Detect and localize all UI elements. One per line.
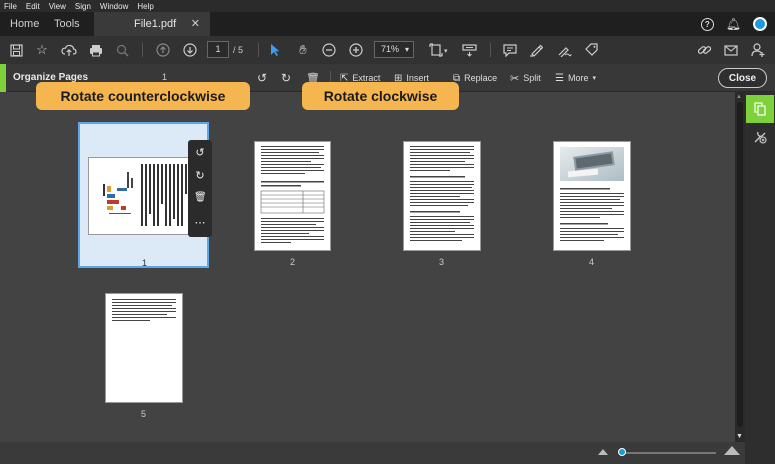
sign-pen-icon[interactable] <box>556 42 572 58</box>
tab-file1[interactable]: File1.pdf ✕ <box>94 12 210 36</box>
thumbnail-size-slider[interactable] <box>620 452 716 454</box>
acrobat-window: File Edit View Sign Window Help Home Too… <box>0 0 775 464</box>
tab-home[interactable]: Home <box>10 12 39 36</box>
menu-window[interactable]: Window <box>100 2 128 11</box>
scrollbar-thumb[interactable] <box>737 102 743 427</box>
split-button[interactable]: ✂︎ Split <box>510 70 541 86</box>
print-icon[interactable] <box>88 42 104 58</box>
replace-button[interactable]: ⧉ Replace <box>453 70 497 86</box>
stamp-tag-icon[interactable] <box>584 42 600 58</box>
toolbar-divider <box>490 43 491 57</box>
replace-label: Replace <box>464 73 498 83</box>
zoom-level-select[interactable]: 71% <box>374 41 414 58</box>
page-number-label: 5 <box>141 409 147 419</box>
top-right-icons: ? 🔔︎ <box>700 12 767 36</box>
organize-accent-strip <box>0 64 6 92</box>
main-toolbar: ☆ 1 / 5 ✋︎ 71% ▾ <box>0 36 775 64</box>
fit-page-dropdown-icon[interactable]: ▾ <box>444 47 448 55</box>
page-thumbnail-4[interactable] <box>553 141 631 251</box>
menu-view[interactable]: View <box>49 2 66 11</box>
vertical-scrollbar[interactable]: ▲ ▼ <box>735 92 745 442</box>
rotate-clockwise-icon: ↻ <box>281 71 292 85</box>
thumbnail-zoom-bar <box>0 442 745 464</box>
more-label: More <box>567 73 589 83</box>
page-range-field[interactable]: 1 <box>162 72 167 82</box>
share-link-icon[interactable] <box>696 42 712 58</box>
page-number-input[interactable]: 1 <box>207 41 229 58</box>
callout-rotate-clockwise: Rotate clockwise <box>302 82 459 110</box>
rotate-counterclockwise-icon: ↺ <box>257 71 268 85</box>
scissors-icon: ✂︎ <box>510 72 520 85</box>
organize-pages-tool-icon[interactable] <box>746 95 774 123</box>
scrolling-mode-icon[interactable] <box>461 42 477 58</box>
close-tab-icon[interactable]: ✕ <box>191 17 200 30</box>
toolbar-divider <box>258 43 259 57</box>
rotate-clockwise-button[interactable]: ↻ <box>281 70 291 86</box>
next-page-icon[interactable] <box>182 42 198 58</box>
page-number-label: 2 <box>290 257 296 267</box>
menu-file[interactable]: File <box>4 2 17 11</box>
zoom-search-icon[interactable] <box>114 42 130 58</box>
tab-file-label: File1.pdf <box>134 18 177 30</box>
select-cursor-icon[interactable] <box>267 42 283 58</box>
more-tools-icon[interactable] <box>753 130 767 147</box>
scroll-down-arrow-icon[interactable]: ▼ <box>736 433 743 440</box>
save-icon[interactable] <box>8 42 24 58</box>
close-organize-button[interactable]: Close <box>718 68 767 88</box>
previous-page-icon[interactable] <box>155 42 171 58</box>
hand-tool-icon[interactable]: ✋︎ <box>295 42 311 58</box>
notification-bell-icon[interactable]: 🔔︎ <box>726 17 741 31</box>
page-hover-toolbar: ↺ ↻ 🗑︎ ⋯ <box>188 140 212 237</box>
page-1-image <box>88 157 201 235</box>
help-icon[interactable]: ? <box>700 17 714 31</box>
toolbar-divider <box>142 43 143 57</box>
menu-help[interactable]: Help <box>137 2 153 11</box>
more-button[interactable]: ☰ More ▾ <box>555 70 596 86</box>
more-list-icon: ☰ <box>555 72 564 84</box>
tab-bar: Home Tools File1.pdf ✕ ? 🔔︎ <box>0 12 775 36</box>
rotate-clockwise-icon[interactable]: ↻ <box>194 169 206 182</box>
thumbnail-size-slider-knob[interactable] <box>617 448 626 456</box>
page-thumbnail-3[interactable] <box>403 141 481 251</box>
rotate-counterclockwise-icon[interactable]: ↺ <box>194 146 206 159</box>
page-number-label: 3 <box>439 257 445 267</box>
bookmark-star-icon[interactable]: ☆ <box>34 42 50 58</box>
fit-page-icon[interactable] <box>428 42 444 58</box>
page-number-label: 4 <box>589 257 595 267</box>
avatar[interactable] <box>753 17 767 31</box>
trash-icon[interactable]: 🗑︎ <box>194 192 207 203</box>
small-thumbnail-icon[interactable] <box>598 449 608 455</box>
zoom-in-icon[interactable] <box>348 42 364 58</box>
highlight-pen-icon[interactable] <box>528 42 544 58</box>
scroll-up-arrow-icon[interactable]: ▲ <box>736 94 742 100</box>
right-tools-rail <box>745 92 775 464</box>
add-user-icon[interactable] <box>750 42 766 58</box>
upload-cloud-icon[interactable] <box>61 42 77 58</box>
rotate-counterclockwise-button[interactable]: ↺ <box>257 70 267 86</box>
split-label: Split <box>523 73 541 83</box>
zoom-out-icon[interactable] <box>321 42 337 58</box>
menu-bar: File Edit View Sign Window Help <box>0 0 775 12</box>
comment-icon[interactable] <box>502 42 518 58</box>
page-number-label: 1 <box>142 258 148 268</box>
large-thumbnail-icon[interactable] <box>724 446 740 455</box>
more-options-icon[interactable]: ⋯ <box>194 216 206 229</box>
callout-rotate-counterclockwise: Rotate counterclockwise <box>36 82 250 110</box>
email-icon[interactable] <box>723 42 739 58</box>
tab-tools[interactable]: Tools <box>54 12 80 36</box>
page-total-label: / 5 <box>233 45 244 55</box>
more-dropdown-icon: ▾ <box>592 75 596 82</box>
menu-edit[interactable]: Edit <box>26 2 40 11</box>
page-thumbnail-2[interactable] <box>254 141 331 251</box>
menu-sign[interactable]: Sign <box>75 2 91 11</box>
page-thumbnail-5[interactable] <box>105 293 183 403</box>
